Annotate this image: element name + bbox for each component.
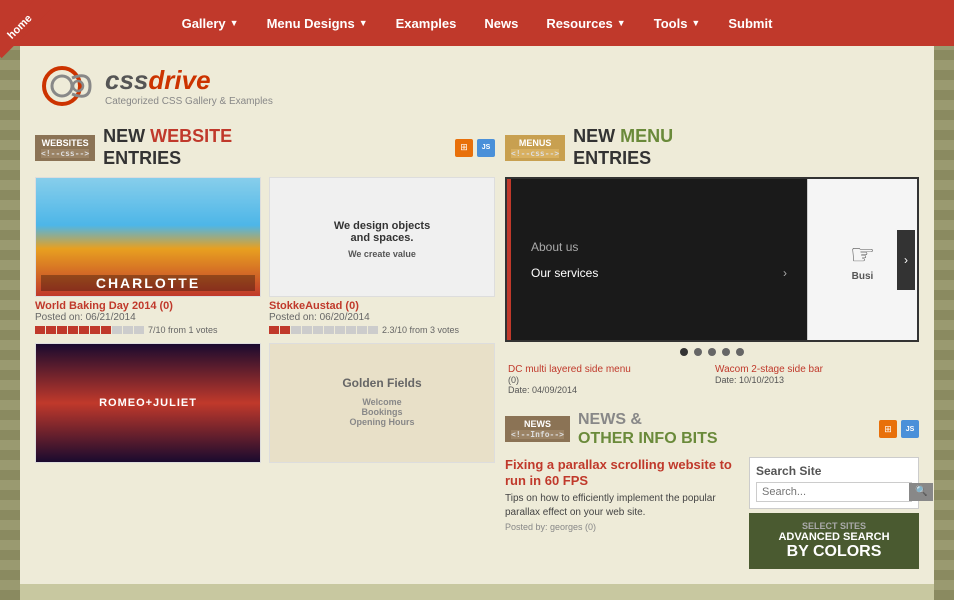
search-input-row: 🔍: [756, 482, 912, 502]
news-desc-1: Tips on how to efficiently implement the…: [505, 492, 739, 520]
charlotte-date: Posted on: 06/21/2014: [35, 312, 261, 323]
news-content: Fixing a parallax scrolling website to r…: [505, 457, 919, 569]
nav-examples[interactable]: Examples: [382, 4, 471, 43]
news-header: NEWS <!--Info--> NEWS & OTHER INFO BITS …: [505, 410, 919, 448]
stokke-rating: 2.3/10 from 3 votes: [269, 325, 495, 335]
search-input[interactable]: [757, 483, 909, 501]
nav-gallery[interactable]: Gallery ▼: [168, 4, 253, 43]
top-nav: Gallery ▼ Menu Designs ▼ Examples News R…: [0, 0, 954, 46]
dot-2[interactable]: [694, 348, 702, 356]
carousel-entry-2: Wacom 2-stage side bar Date: 10/10/2013: [712, 361, 919, 398]
news-item-1: Fixing a parallax scrolling website to r…: [505, 457, 739, 533]
charlotte-title: World Baking Day 2014 (0): [35, 300, 261, 312]
tools-caret: ▼: [691, 18, 700, 28]
charlotte-rating: 7/10 from 1 votes: [35, 325, 261, 335]
nav-submit[interactable]: Submit: [714, 4, 786, 43]
website-thumbnails: CHARLOTTE World Baking Day 2014 (0) Post…: [35, 177, 495, 463]
stokke-title: StokkeAustad (0): [269, 300, 495, 312]
carousel-item-services[interactable]: Our services ›: [521, 260, 797, 286]
websites-rss-icon[interactable]: ⊞: [455, 139, 473, 157]
search-title: Search Site: [756, 464, 912, 478]
nav-news[interactable]: News: [470, 4, 532, 43]
menus-header: MENUS <!--css--> NEW MENUENTRIES: [505, 126, 919, 169]
entry1-title[interactable]: DC multi layered side menu: [508, 364, 709, 375]
thumb-romeo[interactable]: ROMEO+JULIET: [35, 343, 261, 463]
carousel-entries: DC multi layered side menu (0) Date: 04/…: [505, 361, 919, 398]
websites-column: WEBSITES <!--css--> NEW WEBSITEENTRIES ⊞…: [35, 126, 495, 569]
advanced-sub: BY COLORS: [757, 543, 911, 561]
menu-carousel: About us Our services › ☞ Busi ›: [505, 177, 919, 342]
advanced-label: ADVANCED SEARCH: [757, 531, 911, 543]
carousel-main: About us Our services ›: [511, 179, 807, 340]
entry1-score: (0): [508, 375, 709, 385]
news-meta-1: Posted by: georges (0): [505, 522, 739, 532]
thumb-stokke[interactable]: We design objectsand spaces. We create v…: [269, 177, 495, 335]
search-button[interactable]: 🔍: [909, 483, 933, 501]
news-title-1[interactable]: Fixing a parallax scrolling website to r…: [505, 457, 739, 491]
search-box: Search Site 🔍: [749, 457, 919, 509]
dot-4[interactable]: [722, 348, 730, 356]
carousel-dots: [505, 348, 919, 356]
news-badge: NEWS <!--Info-->: [505, 416, 570, 442]
logo-text: css drive Categorized CSS Gallery & Exam…: [105, 65, 273, 107]
thumb-charlotte[interactable]: CHARLOTTE World Baking Day 2014 (0) Post…: [35, 177, 261, 335]
home-label: home: [0, 0, 51, 58]
gallery-caret: ▼: [230, 18, 239, 28]
advanced-search-btn[interactable]: SELECT SITES ADVANCED SEARCH BY COLORS: [749, 513, 919, 569]
carousel-right-label: Busi: [852, 271, 874, 282]
websites-header: WEBSITES <!--css--> NEW WEBSITEENTRIES ⊞…: [35, 126, 495, 169]
menu-designs-caret: ▼: [359, 18, 368, 28]
resources-caret: ▼: [617, 18, 626, 28]
dot-3[interactable]: [708, 348, 716, 356]
websites-badge: WEBSITES <!--css-->: [35, 135, 95, 161]
home-badge[interactable]: home: [0, 0, 70, 70]
search-sidebar: Search Site 🔍 SELECT SITES ADVANCED SEAR…: [749, 457, 919, 569]
logo-brand: drive: [148, 65, 210, 96]
entry2-title[interactable]: Wacom 2-stage side bar: [715, 364, 916, 375]
entry1-date: Date: 04/09/2014: [508, 385, 709, 395]
entry2-date: Date: 10/10/2013: [715, 375, 916, 385]
stokke-date: Posted on: 06/20/2014: [269, 312, 495, 323]
main-columns: WEBSITES <!--css--> NEW WEBSITEENTRIES ⊞…: [30, 121, 924, 574]
news-js-icon[interactable]: JS: [901, 420, 919, 438]
carousel-entry-1: DC multi layered side menu (0) Date: 04/…: [505, 361, 712, 398]
news-title: NEWS & OTHER INFO BITS: [578, 410, 718, 448]
carousel-item-about[interactable]: About us: [521, 234, 797, 260]
menus-title: NEW MENUENTRIES: [573, 126, 673, 169]
websites-js-icon[interactable]: JS: [477, 139, 495, 157]
nav-tools[interactable]: Tools ▼: [640, 4, 715, 43]
news-rss-icon[interactable]: ⊞: [879, 420, 897, 438]
logo-area: css drive Categorized CSS Gallery & Exam…: [30, 46, 924, 121]
logo-tagline: Categorized CSS Gallery & Examples: [105, 96, 273, 107]
nav-menu-designs[interactable]: Menu Designs ▼: [253, 4, 382, 43]
thumb-golden[interactable]: Golden Fields WelcomeBookingsOpening Hou…: [269, 343, 495, 463]
menus-column: MENUS <!--css--> NEW MENUENTRIES About u…: [505, 126, 919, 569]
select-sites-label: SELECT SITES: [757, 521, 911, 531]
carousel-next-btn[interactable]: ›: [897, 230, 915, 290]
dot-5[interactable]: [736, 348, 744, 356]
news-articles: Fixing a parallax scrolling website to r…: [505, 457, 739, 569]
menus-badge: MENUS <!--css-->: [505, 135, 565, 161]
nav-resources[interactable]: Resources ▼: [532, 4, 639, 43]
dot-1[interactable]: [680, 348, 688, 356]
hand-cursor-icon: ☞: [850, 238, 875, 271]
websites-title: NEW WEBSITEENTRIES: [103, 126, 232, 169]
